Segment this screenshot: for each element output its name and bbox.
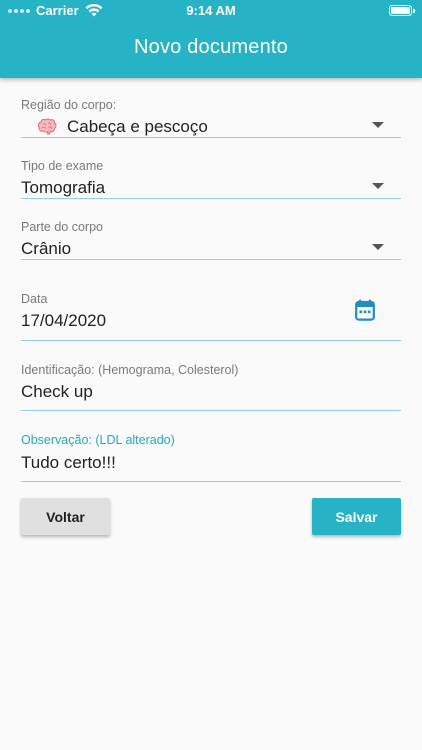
chevron-down-icon	[372, 244, 384, 250]
brain-icon	[37, 118, 57, 135]
body-region-value: Cabeça e pescoço	[67, 117, 208, 136]
body-region-dropdown[interactable]: Região do corpo: Cabeça e pescoço	[21, 98, 401, 138]
observation-input: Tudo certo!!!	[21, 453, 116, 472]
body-part-dropdown[interactable]: Parte do corpo Crânio	[21, 220, 401, 260]
identification-input: Check up	[21, 382, 93, 401]
calendar-icon[interactable]	[355, 299, 375, 321]
body-region-label: Região do corpo:	[21, 98, 117, 112]
exam-type-dropdown[interactable]: Tipo de exame Tomografia	[21, 159, 401, 199]
body-part-label: Parte do corpo	[21, 220, 103, 234]
app-bar: Carrier 9:14 AM Novo documento	[0, 0, 422, 78]
save-button[interactable]: Salvar	[312, 498, 401, 535]
page-title: Novo documento	[133, 36, 288, 58]
battery-icon	[389, 5, 415, 16]
body-part-value: Crânio	[21, 239, 72, 258]
exam-type-label: Tipo de exame	[21, 159, 104, 173]
observation-field[interactable]: Observação: (LDL alterado) Tudo certo!!!	[21, 433, 401, 482]
observation-label: Observação: (LDL alterado)	[21, 433, 175, 447]
status-time: 9:14 AM	[186, 3, 236, 18]
back-button[interactable]: Voltar	[21, 498, 110, 535]
date-value: 17/04/2020	[21, 311, 107, 330]
date-field[interactable]: Data 17/04/2020	[21, 292, 401, 341]
chevron-down-icon	[372, 183, 384, 189]
identification-field[interactable]: Identificação: (Hemograma, Colesterol) C…	[21, 363, 401, 411]
chevron-down-icon	[372, 122, 384, 128]
identification-label: Identificação: (Hemograma, Colesterol)	[21, 363, 239, 377]
status-bar: Carrier 9:14 AM	[0, 0, 422, 22]
exam-type-value: Tomografia	[21, 178, 106, 197]
date-label: Data	[21, 292, 48, 306]
